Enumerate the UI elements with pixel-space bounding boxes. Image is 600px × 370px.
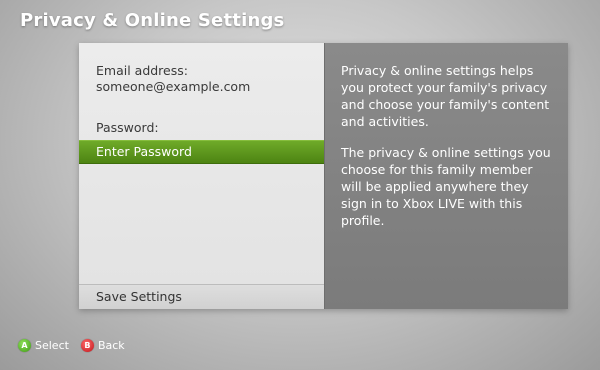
back-hint[interactable]: B Back — [80, 339, 125, 352]
form-panel: Email address: someone@example.com Passw… — [79, 43, 324, 309]
select-hint[interactable]: A Select — [18, 339, 69, 352]
b-button-icon: B — [80, 339, 94, 352]
page-title: Privacy & Online Settings — [20, 10, 285, 31]
save-settings-label: Save Settings — [96, 289, 182, 304]
info-paragraph-2: The privacy & online settings you choose… — [341, 145, 551, 228]
info-panel: Privacy & online settings helps you prot… — [324, 43, 568, 309]
email-label: Email address: — [96, 63, 188, 78]
info-paragraph-1: Privacy & online settings helps you prot… — [341, 63, 550, 129]
select-label: Select — [35, 339, 69, 352]
a-button-icon: A — [18, 339, 31, 352]
password-label: Password: — [96, 120, 159, 135]
save-settings-button[interactable]: Save Settings — [79, 284, 324, 309]
enter-password-button[interactable]: Enter Password — [79, 140, 324, 164]
back-label: Back — [97, 339, 125, 352]
settings-panel: Email address: someone@example.com Passw… — [79, 43, 568, 309]
enter-password-label: Enter Password — [96, 144, 192, 159]
email-value[interactable]: someone@example.com — [96, 79, 250, 94]
button-legend: A Select B Back — [18, 339, 137, 352]
